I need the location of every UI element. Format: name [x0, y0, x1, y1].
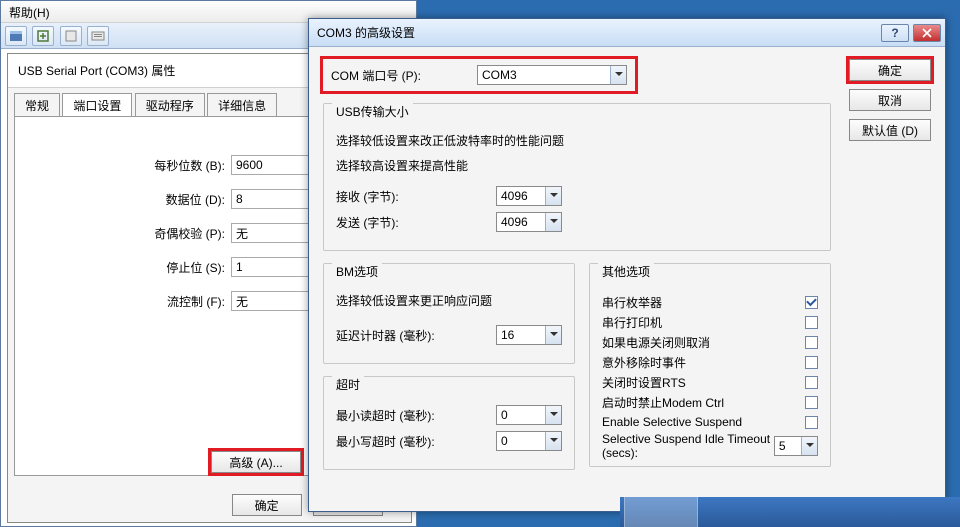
dialog-button-column: 确定 取消 默认值 (D)	[849, 59, 931, 141]
menu-help[interactable]: 帮助(H)	[9, 6, 50, 20]
help-button[interactable]: ?	[881, 24, 909, 42]
idle-timeout-label: Selective Suspend Idle Timeout (secs):	[602, 432, 774, 460]
write-timeout-value: 0	[501, 434, 508, 448]
defaults-button[interactable]: 默认值 (D)	[849, 119, 931, 141]
com-port-select[interactable]: COM3	[477, 65, 627, 85]
read-timeout-select[interactable]: 0	[496, 405, 562, 425]
read-timeout-value: 0	[501, 408, 508, 422]
read-timeout-label: 最小读超时 (毫秒):	[336, 407, 496, 424]
other-option-label: 串行枚举器	[602, 294, 662, 311]
latency-select[interactable]: 16	[496, 325, 562, 345]
baud-select[interactable]: 9600	[231, 155, 309, 175]
other-option-checkbox[interactable]	[805, 356, 818, 369]
stop-bits-label: 停止位 (S):	[15, 259, 231, 276]
other-option-row: 意外移除时事件	[602, 352, 818, 372]
dialog-title: COM3 的高级设置	[309, 24, 881, 41]
taskbar-active-item[interactable]	[624, 497, 698, 527]
properties-ok-button[interactable]: 确定	[232, 494, 302, 516]
toolbar-button-4[interactable]	[87, 26, 109, 46]
idle-timeout-select[interactable]: 5	[774, 436, 818, 456]
usb-note-2: 选择较高设置来提高性能	[336, 157, 818, 174]
write-timeout-select[interactable]: 0	[496, 431, 562, 451]
ok-button-highlight: 确定	[849, 59, 931, 81]
close-button[interactable]	[913, 24, 941, 42]
titlebar: COM3 的高级设置 ?	[309, 19, 945, 47]
other-options-group: 其他选项 串行枚举器串行打印机如果电源关闭则取消意外移除时事件关闭时设置RTS 启…	[589, 263, 831, 467]
chevron-down-icon	[801, 437, 817, 455]
usb-transfer-legend: USB传输大小	[332, 103, 413, 120]
other-option-label: Enable Selective Suspend	[602, 415, 742, 429]
tab-general[interactable]: 常规	[14, 93, 60, 117]
ok-button[interactable]: 确定	[849, 59, 931, 81]
tab-port-settings[interactable]: 端口设置	[62, 93, 132, 117]
com-port-value: COM3	[482, 68, 517, 82]
tab-details[interactable]: 详细信息	[207, 93, 277, 117]
other-legend: 其他选项	[598, 263, 654, 280]
chevron-down-icon	[545, 187, 561, 205]
flow-control-select[interactable]: 无	[231, 291, 309, 311]
other-option-checkbox[interactable]	[805, 396, 818, 409]
tx-value: 4096	[501, 215, 528, 229]
write-timeout-label: 最小写超时 (毫秒):	[336, 433, 496, 450]
other-option-label: 关闭时设置RTS	[602, 374, 686, 391]
usb-note-1: 选择较低设置来改正低波特率时的性能问题	[336, 132, 818, 149]
close-icon	[922, 28, 932, 38]
other-option-checkbox[interactable]	[805, 376, 818, 389]
tab-driver[interactable]: 驱动程序	[135, 93, 205, 117]
cancel-button[interactable]: 取消	[849, 89, 931, 111]
baud-label: 每秒位数 (B):	[15, 157, 231, 174]
com-port-highlight: COM 端口号 (P): COM3	[323, 59, 635, 91]
other-option-checkbox[interactable]	[805, 316, 818, 329]
other-option-row: Enable Selective Suspend	[602, 412, 818, 432]
rx-label: 接收 (字节):	[336, 188, 496, 205]
advanced-button[interactable]: 高级 (A)...	[211, 451, 301, 473]
other-option-checkbox[interactable]	[805, 296, 818, 309]
other-option-label: 串行打印机	[602, 314, 662, 331]
data-bits-select[interactable]: 8	[231, 189, 309, 209]
parity-label: 奇偶校验 (P):	[15, 225, 231, 242]
toolbar-button-3[interactable]	[60, 26, 82, 46]
other-option-row: 串行枚举器	[602, 292, 818, 312]
idle-timeout-value: 5	[779, 439, 786, 453]
other-option-label: 意外移除时事件	[602, 354, 686, 371]
flow-control-label: 流控制 (F):	[15, 293, 231, 310]
rx-select[interactable]: 4096	[496, 186, 562, 206]
other-option-checkbox[interactable]	[805, 336, 818, 349]
other-option-row: 启动时禁止Modem Ctrl	[602, 392, 818, 412]
bm-legend: BM选项	[332, 263, 382, 280]
other-option-row: 关闭时设置RTS	[602, 372, 818, 392]
timeout-legend: 超时	[332, 376, 364, 393]
parity-select[interactable]: 无	[231, 223, 309, 243]
toolbar-button-2[interactable]	[32, 26, 54, 46]
latency-label: 延迟计时器 (毫秒):	[336, 327, 496, 344]
tx-select[interactable]: 4096	[496, 212, 562, 232]
other-option-checkbox[interactable]	[805, 416, 818, 429]
chevron-down-icon	[610, 66, 626, 84]
other-option-label: 启动时禁止Modem Ctrl	[602, 394, 724, 411]
advanced-settings-dialog: COM3 的高级设置 ? COM 端口号 (P): COM3 USB传输大小	[308, 18, 946, 512]
bm-note: 选择较低设置来更正响应问题	[336, 292, 562, 309]
data-bits-label: 数据位 (D):	[15, 191, 231, 208]
usb-transfer-group: USB传输大小 选择较低设置来改正低波特率时的性能问题 选择较高设置来提高性能 …	[323, 103, 831, 251]
advanced-button-highlight: 高级 (A)...	[211, 451, 301, 473]
other-option-row: 如果电源关闭则取消	[602, 332, 818, 352]
bm-options-group: BM选项 选择较低设置来更正响应问题 延迟计时器 (毫秒): 16	[323, 263, 575, 364]
latency-value: 16	[501, 328, 514, 342]
tx-label: 发送 (字节):	[336, 214, 496, 231]
rx-value: 4096	[501, 189, 528, 203]
com-port-label: COM 端口号 (P):	[331, 67, 477, 84]
chevron-down-icon	[545, 432, 561, 450]
timeout-group: 超时 最小读超时 (毫秒): 0 最小写超时 (毫秒): 0	[323, 376, 575, 470]
chevron-down-icon	[545, 406, 561, 424]
other-option-row: 串行打印机	[602, 312, 818, 332]
toolbar-button-1[interactable]	[5, 26, 27, 46]
stop-bits-select[interactable]: 1	[231, 257, 309, 277]
other-option-label: 如果电源关闭则取消	[602, 334, 710, 351]
chevron-down-icon	[545, 213, 561, 231]
chevron-down-icon	[545, 326, 561, 344]
